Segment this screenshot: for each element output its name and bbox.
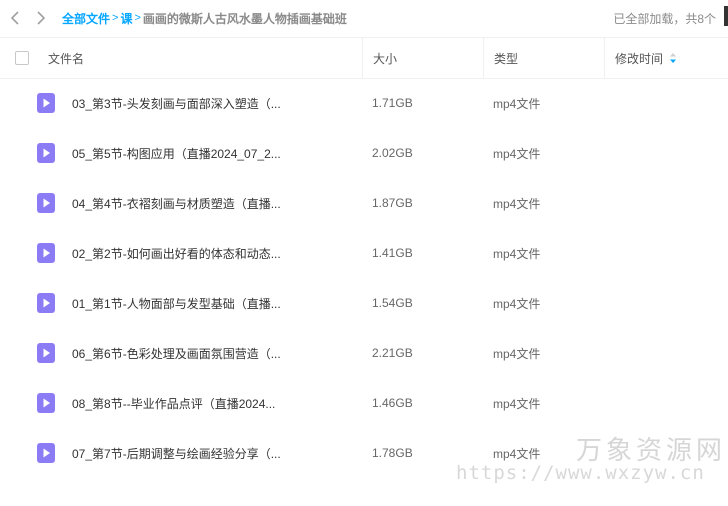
file-type: mp4文件 [493,246,541,261]
video-file-icon [37,143,55,163]
file-name[interactable]: 05_第5节-构图应用（直播2024_07_2... [72,145,281,162]
breadcrumb-root[interactable]: 全部文件 [62,10,110,27]
column-header-name[interactable]: 文件名 [48,38,84,78]
file-type: mp4文件 [493,396,541,411]
file-name[interactable]: 07_第7节-后期调整与绘画经验分享（... [72,445,281,462]
file-size: 2.21GB [372,346,413,360]
back-button[interactable] [4,7,26,29]
table-row[interactable]: 03_第3节-头发刻画与面部深入塑造（... 1.71GB mp4文件 [0,78,728,128]
top-bar: 全部文件 > 课 > 画画的微斯人古风水墨人物插画基础班 已全部加载，共8个 [0,0,728,36]
video-file-icon [37,343,55,363]
sort-icon[interactable] [669,52,677,64]
table-row[interactable]: 05_第5节-构图应用（直播2024_07_2... 2.02GB mp4文件 [0,128,728,178]
video-file-icon [37,393,55,413]
file-type: mp4文件 [493,346,541,361]
window-edge [724,6,728,26]
breadcrumb-separator-icon: > [134,12,141,24]
breadcrumb: 全部文件 > 课 > 画画的微斯人古风水墨人物插画基础班 [62,10,347,27]
column-header-modified-label: 修改时间 [615,51,664,66]
table-row[interactable]: 08_第8节--毕业作品点评（直播2024... 1.46GB mp4文件 [0,378,728,428]
video-file-icon [37,243,55,263]
select-all-checkbox[interactable] [15,51,29,65]
file-size: 1.78GB [372,446,413,460]
file-type: mp4文件 [493,296,541,311]
column-header-type[interactable]: 类型 [483,38,604,78]
file-size: 2.02GB [372,146,413,160]
video-file-icon [37,443,55,463]
file-name[interactable]: 02_第2节-如何画出好看的体态和动态... [72,245,281,262]
file-type: mp4文件 [493,196,541,211]
column-header-size-label: 大小 [373,51,398,66]
loaded-status: 已全部加载，共8个 [613,12,716,26]
file-name[interactable]: 08_第8节--毕业作品点评（直播2024... [72,395,275,412]
chevron-right-icon [37,11,46,25]
file-size: 1.71GB [372,96,413,110]
file-size: 1.54GB [372,296,413,310]
breadcrumb-level1[interactable]: 课 [120,10,132,27]
video-file-icon [37,93,55,113]
column-header-modified[interactable]: 修改时间 [604,38,728,78]
watermark-url: https://www.wxzyw.cn [456,462,705,484]
table-row[interactable]: 04_第4节-衣褶刻画与材质塑造（直播... 1.87GB mp4文件 [0,178,728,228]
file-type: mp4文件 [493,96,541,111]
file-name[interactable]: 01_第1节-人物面部与发型基础（直播... [72,295,281,312]
column-header-size[interactable]: 大小 [362,38,483,78]
column-header-name-label: 文件名 [48,51,85,66]
video-file-icon [37,293,55,313]
table-header: 文件名 大小 类型 修改时间 [0,37,728,79]
column-header-type-label: 类型 [494,51,519,66]
forward-button[interactable] [30,7,52,29]
video-file-icon [37,193,55,213]
table-row[interactable]: 02_第2节-如何画出好看的体态和动态... 1.41GB mp4文件 [0,228,728,278]
file-size: 1.46GB [372,396,413,410]
breadcrumb-current: 画画的微斯人古风水墨人物插画基础班 [142,11,347,26]
file-size: 1.41GB [372,246,413,260]
file-name[interactable]: 03_第3节-头发刻画与面部深入塑造（... [72,95,281,112]
file-name[interactable]: 06_第6节-色彩处理及画面氛围营造（... [72,345,281,362]
file-type: mp4文件 [493,146,541,161]
chevron-left-icon [10,11,19,25]
table-row[interactable]: 06_第6节-色彩处理及画面氛围营造（... 2.21GB mp4文件 [0,328,728,378]
breadcrumb-separator-icon: > [112,12,119,24]
file-name[interactable]: 04_第4节-衣褶刻画与材质塑造（直播... [72,195,281,212]
file-type: mp4文件 [493,446,541,461]
file-size: 1.87GB [372,196,413,210]
table-row[interactable]: 01_第1节-人物面部与发型基础（直播... 1.54GB mp4文件 [0,278,728,328]
